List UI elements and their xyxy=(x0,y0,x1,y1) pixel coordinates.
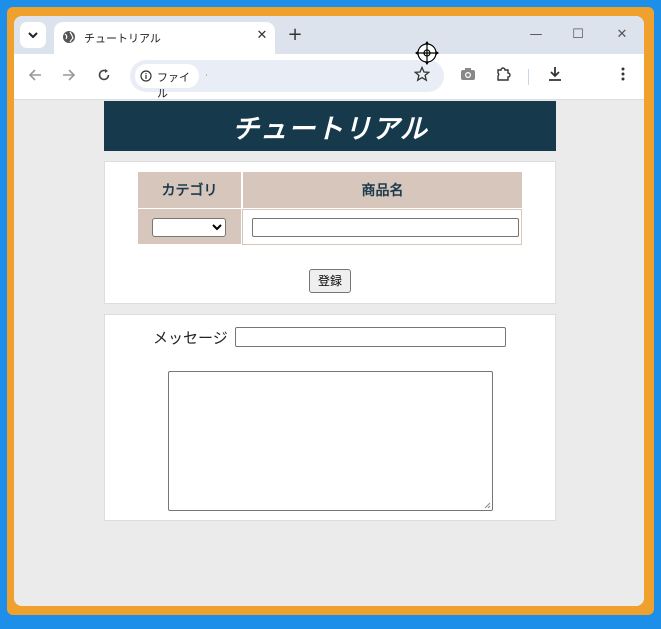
chevron-down-icon xyxy=(212,224,222,231)
page-header: チュートリアル xyxy=(104,101,556,151)
new-tab-button[interactable]: + xyxy=(284,24,306,46)
close-window-button[interactable]: ✕ xyxy=(612,25,632,45)
globe-icon xyxy=(63,31,75,43)
bookmark-button[interactable] xyxy=(412,65,432,86)
category-cell xyxy=(138,209,241,244)
forward-button[interactable] xyxy=(58,66,80,88)
extensions-button[interactable] xyxy=(492,66,514,88)
maximize-button[interactable]: ☐ xyxy=(568,25,588,45)
tab-strip: チュートリアル ✕ + — ☐ ✕ xyxy=(14,16,644,54)
tab-title: チュートリアル xyxy=(84,32,161,45)
back-button[interactable] xyxy=(24,66,46,88)
toolbar-separator xyxy=(528,69,529,85)
register-button[interactable]: 登録 xyxy=(309,269,351,293)
address-bar[interactable]: ファイル · xyxy=(130,60,444,100)
reload-icon xyxy=(98,69,110,81)
screenshot-button[interactable] xyxy=(457,66,479,88)
more-vertical-icon xyxy=(621,67,625,81)
minimize-button[interactable]: — xyxy=(526,25,546,45)
camera-icon xyxy=(461,68,475,80)
site-info-chip[interactable]: ファイル xyxy=(135,64,199,100)
category-select[interactable] xyxy=(152,218,226,237)
page-content: チュートリアル カテゴリ 商品名 登録 メッセージ xyxy=(14,101,644,606)
arrow-right-icon xyxy=(63,69,76,81)
product-name-cell xyxy=(242,209,522,245)
browser-window: チュートリアル ✕ + — ☐ ✕ ファイル · チュートリアル カテゴリ 商品… xyxy=(14,16,644,606)
browser-toolbar: ファイル · xyxy=(14,54,644,100)
chevron-down-icon xyxy=(28,31,38,38)
move-cursor-icon xyxy=(415,41,439,65)
url-text: · xyxy=(205,71,208,81)
tab-search-button[interactable] xyxy=(20,22,46,48)
resize-grip-icon[interactable] xyxy=(483,501,491,509)
category-header: カテゴリ xyxy=(138,172,241,208)
product-name-input[interactable] xyxy=(252,218,519,237)
message-textarea[interactable] xyxy=(168,371,493,511)
message-panel: メッセージ xyxy=(104,314,556,521)
reload-button[interactable] xyxy=(93,66,115,88)
message-label: メッセージ xyxy=(153,329,228,347)
message-input[interactable] xyxy=(235,327,506,347)
puzzle-icon xyxy=(497,67,511,81)
download-icon xyxy=(549,67,561,81)
star-icon xyxy=(413,65,431,82)
menu-button[interactable] xyxy=(612,66,634,88)
info-icon xyxy=(140,70,152,82)
tab-close-icon[interactable]: ✕ xyxy=(253,27,271,45)
arrow-left-icon xyxy=(28,69,41,81)
download-button[interactable] xyxy=(544,66,566,88)
site-info-label: ファイル xyxy=(157,71,190,100)
page-title: チュートリアル xyxy=(232,113,428,145)
product-form-table: カテゴリ 商品名 xyxy=(138,172,522,245)
product-name-header: 商品名 xyxy=(243,172,522,208)
product-form-panel: カテゴリ 商品名 登録 xyxy=(104,161,556,304)
tab-active[interactable]: チュートリアル ✕ xyxy=(54,22,275,54)
